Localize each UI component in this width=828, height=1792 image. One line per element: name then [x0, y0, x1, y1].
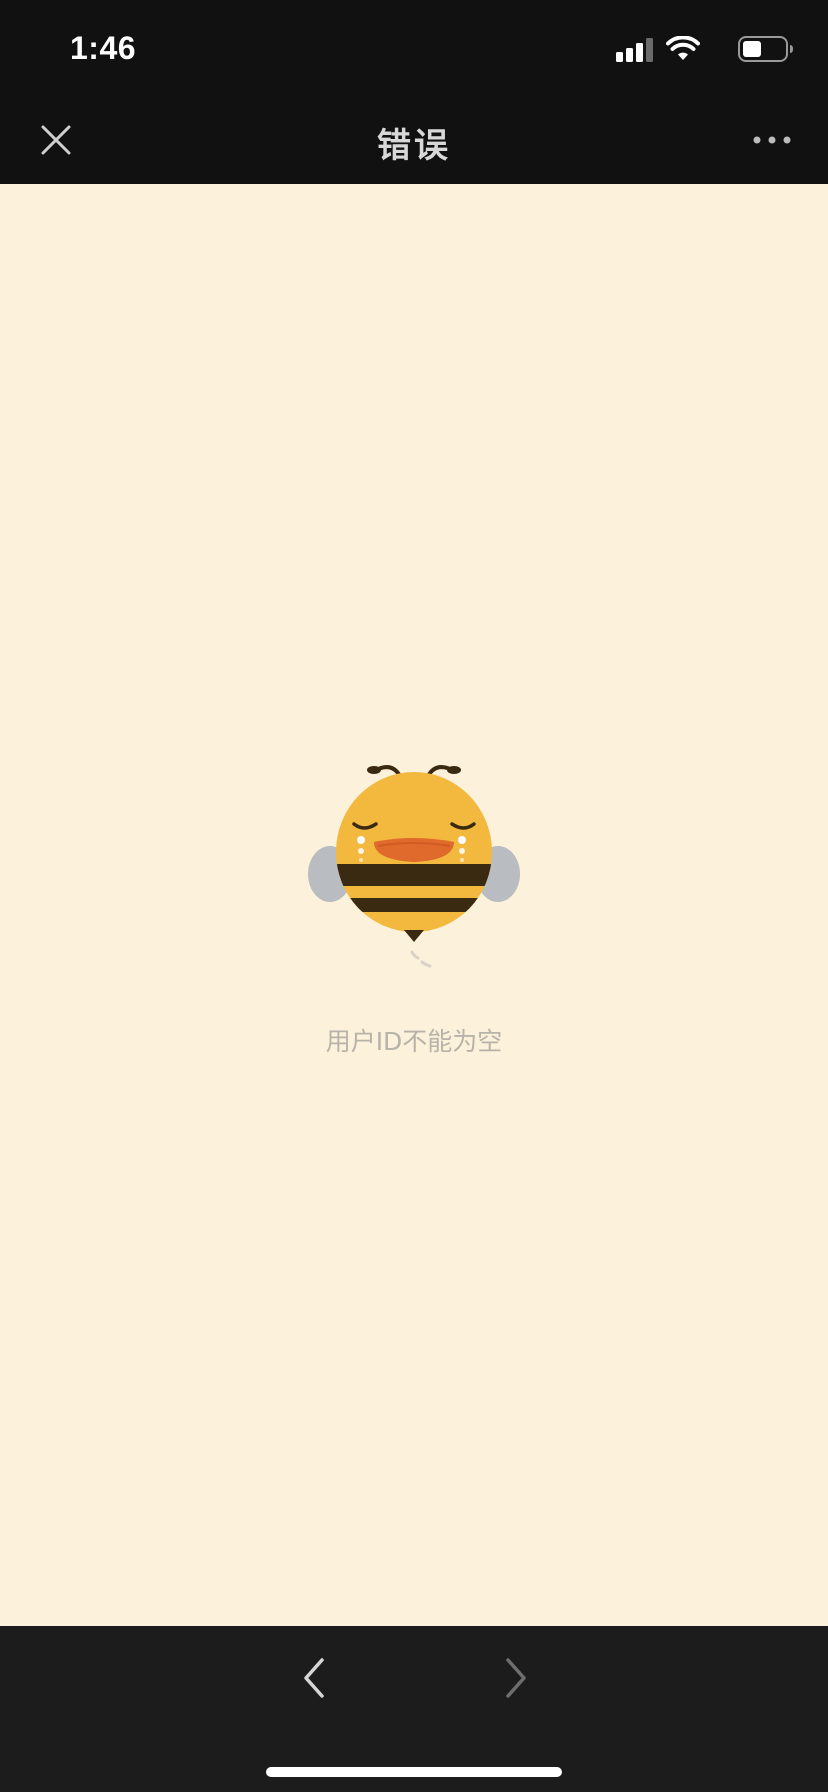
crying-bee-illustration — [308, 765, 520, 968]
battery-icon — [738, 36, 793, 62]
back-button[interactable] — [296, 1656, 332, 1700]
forward-button[interactable] — [498, 1656, 534, 1700]
more-button[interactable] — [752, 126, 792, 154]
more-icon — [753, 136, 791, 144]
wifi-icon — [666, 36, 700, 60]
status-time: 1:46 — [70, 30, 137, 66]
chevron-left-icon — [304, 1658, 324, 1698]
screen: 1:46 错误 用户ID不能为空 — [0, 0, 828, 1792]
status-icons — [594, 36, 794, 62]
status-bar: 1:46 — [0, 0, 828, 96]
nav-bar: 错误 — [0, 96, 828, 184]
signal-icon — [616, 38, 653, 62]
home-indicator — [266, 1767, 562, 1777]
page-title: 错误 — [377, 126, 451, 166]
error-content: 用户ID不能为空 — [0, 184, 828, 1626]
bottom-toolbar — [0, 1626, 828, 1792]
chevron-right-icon — [506, 1658, 526, 1698]
error-message: 用户ID不能为空 — [325, 1027, 503, 1056]
